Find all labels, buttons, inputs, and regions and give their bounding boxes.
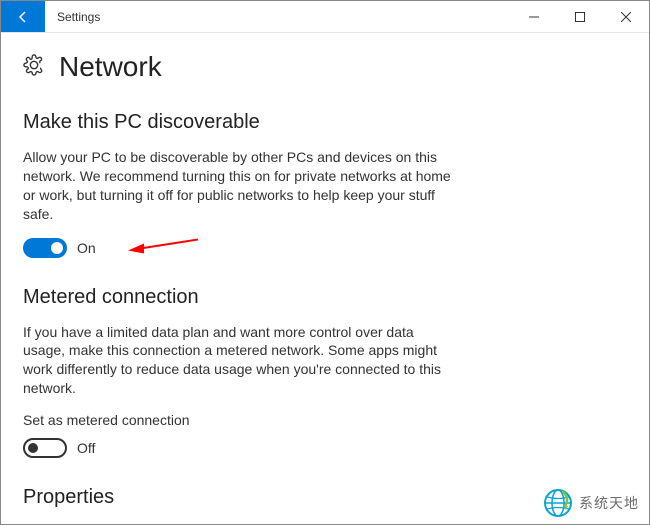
gear-icon bbox=[23, 54, 45, 81]
content-area: Network Make this PC discoverable Allow … bbox=[1, 33, 649, 509]
discoverable-toggle-row: On bbox=[23, 238, 627, 258]
back-button[interactable] bbox=[1, 1, 45, 32]
window-title: Settings bbox=[45, 1, 511, 32]
discoverable-title: Make this PC discoverable bbox=[23, 111, 627, 134]
metered-toggle-row: Off bbox=[23, 438, 627, 458]
metered-desc: If you have a limited data plan and want… bbox=[23, 323, 453, 399]
minimize-button[interactable] bbox=[511, 1, 557, 32]
metered-toggle-label: Off bbox=[77, 440, 95, 456]
close-button[interactable] bbox=[603, 1, 649, 32]
close-icon bbox=[621, 12, 631, 22]
discoverable-toggle-label: On bbox=[77, 240, 96, 256]
metered-toggle[interactable] bbox=[23, 438, 67, 458]
titlebar: Settings bbox=[1, 1, 649, 33]
maximize-button[interactable] bbox=[557, 1, 603, 32]
section-discoverable: Make this PC discoverable Allow your PC … bbox=[23, 111, 627, 258]
discoverable-desc: Allow your PC to be discoverable by othe… bbox=[23, 148, 453, 224]
properties-title: Properties bbox=[23, 486, 627, 509]
globe-icon bbox=[543, 488, 573, 518]
page-title: Network bbox=[59, 51, 162, 83]
section-properties: Properties bbox=[23, 486, 627, 509]
toggle-knob bbox=[28, 443, 38, 453]
watermark: 系统天地 bbox=[543, 488, 639, 518]
section-metered: Metered connection If you have a limited… bbox=[23, 286, 627, 459]
annotation-arrow bbox=[128, 235, 198, 260]
arrow-left-icon bbox=[15, 9, 31, 25]
metered-title: Metered connection bbox=[23, 286, 627, 309]
window-controls bbox=[511, 1, 649, 32]
discoverable-toggle[interactable] bbox=[23, 238, 67, 258]
metered-field-label: Set as metered connection bbox=[23, 412, 627, 428]
toggle-knob bbox=[51, 242, 63, 254]
page-header: Network bbox=[23, 51, 627, 83]
maximize-icon bbox=[575, 12, 585, 22]
minimize-icon bbox=[529, 12, 539, 22]
watermark-text: 系统天地 bbox=[579, 493, 639, 513]
